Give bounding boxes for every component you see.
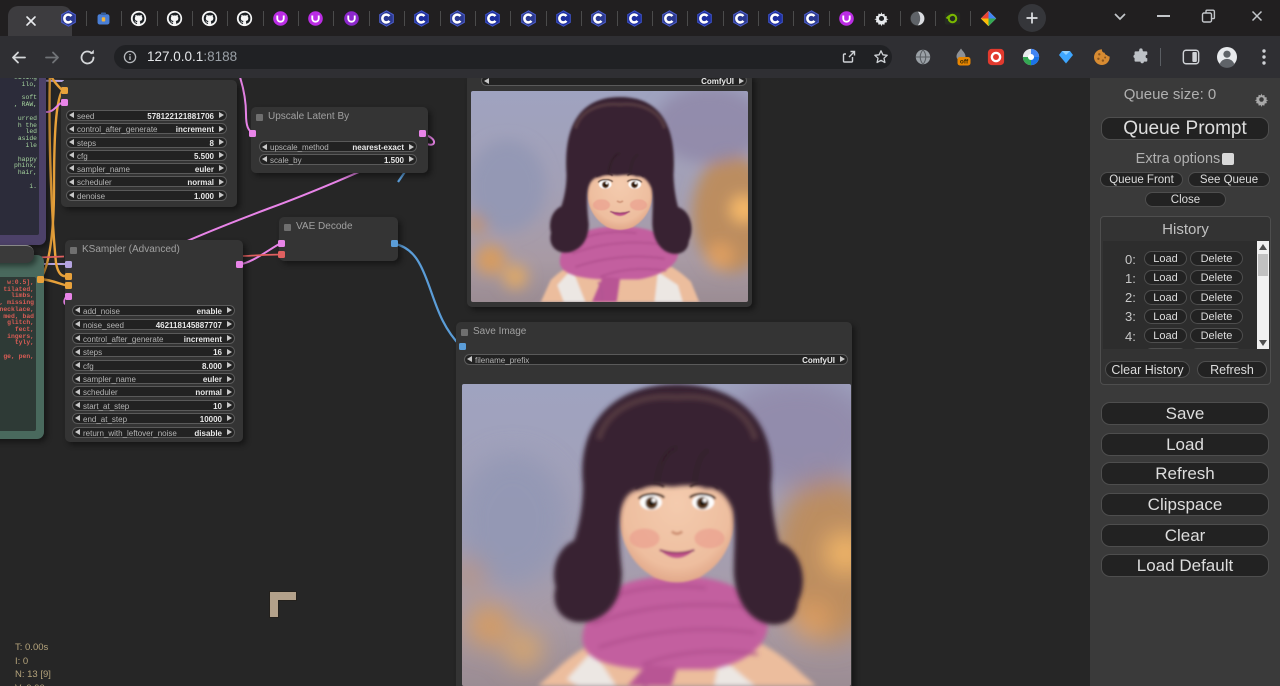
svg-text:off: off <box>960 59 969 66</box>
